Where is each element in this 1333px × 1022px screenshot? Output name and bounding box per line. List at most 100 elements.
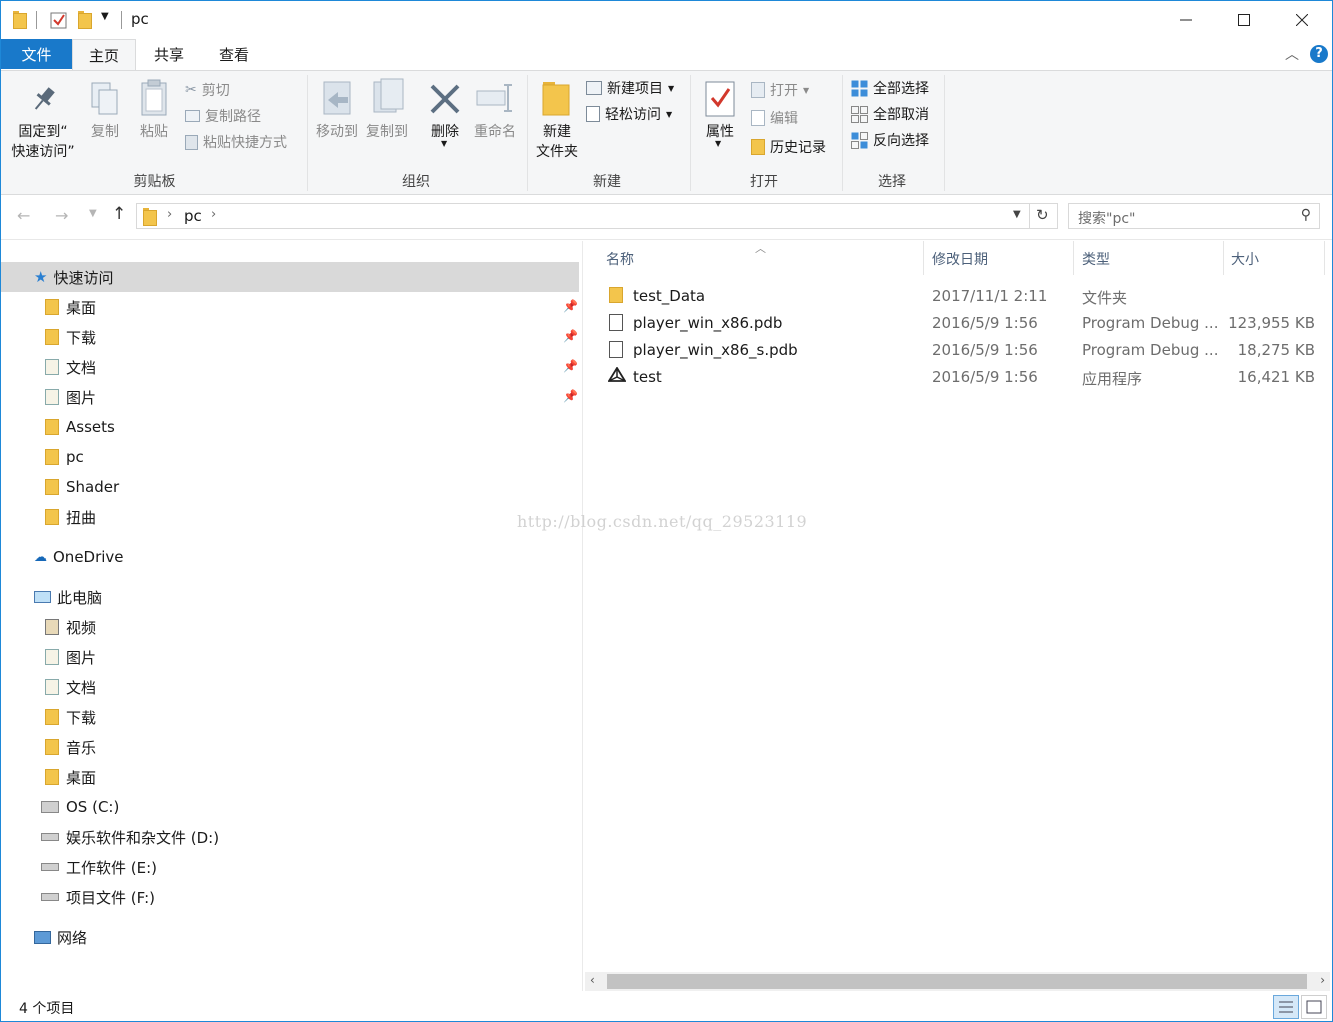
nav-item-pictures[interactable]: 图片 (45, 382, 96, 412)
easy-access-button[interactable]: 轻松访问 ▼ (586, 104, 672, 124)
nav-item-quick-access[interactable]: ★ 快速访问 (34, 262, 113, 292)
scroll-right-icon[interactable]: › (1320, 973, 1325, 987)
back-arrow-icon[interactable]: ← (17, 206, 30, 225)
pin-icon[interactable]: 📌 (563, 299, 578, 313)
nav-item-pc-desktop[interactable]: 桌面 (45, 762, 96, 792)
recent-locations-chevron-icon[interactable]: ▼ (89, 208, 97, 219)
select-all-button[interactable]: 全部选择 (851, 78, 929, 98)
pin-icon[interactable]: 📌 (563, 359, 578, 373)
properties-icon[interactable] (50, 11, 68, 29)
table-row[interactable]: test_Data 2017/11/1 2:11 文件夹 (583, 283, 1332, 310)
tab-share[interactable]: 共享 (137, 39, 201, 70)
nav-item-drive-d[interactable]: 娱乐软件和杂文件 (D:) (41, 822, 219, 852)
nav-item-documents[interactable]: 文档 (45, 352, 96, 382)
delete-icon (430, 84, 460, 114)
column-header-type[interactable]: 类型 (1082, 249, 1110, 269)
address-dropdown-icon[interactable]: ▼ (1013, 209, 1021, 220)
breadcrumb-pc[interactable]: pc (184, 207, 202, 225)
horizontal-scrollbar[interactable]: ‹ › (585, 972, 1330, 991)
downloads-folder-icon (45, 709, 59, 725)
computer-icon (34, 591, 51, 603)
large-icons-view-icon (1306, 1000, 1322, 1014)
nav-item-pc-documents[interactable]: 文档 (45, 672, 96, 702)
table-row[interactable]: player_win_x86_s.pdb 2016/5/9 1:56 Progr… (583, 337, 1332, 364)
copy-path-button[interactable]: 复制路径 (185, 106, 261, 126)
new-folder-button[interactable]: 新建 文件夹 (531, 122, 583, 162)
scrollbar-thumb[interactable] (607, 974, 1307, 989)
nav-item-network[interactable]: 网络 (34, 922, 87, 952)
edit-button[interactable]: 编辑 (751, 108, 798, 128)
nav-item-pc-downloads[interactable]: 下载 (45, 702, 96, 732)
new-item-button[interactable]: 新建项目 ▼ (586, 78, 674, 98)
refresh-icon[interactable]: ↻ (1036, 206, 1049, 224)
cut-button[interactable]: ✂ 剪切 (185, 80, 230, 100)
pin-quick-access-button[interactable]: 固定到“ 快速访问” (7, 122, 79, 162)
table-row[interactable]: player_win_x86.pdb 2016/5/9 1:56 Program… (583, 310, 1332, 337)
help-icon[interactable]: ? (1310, 45, 1328, 63)
pdb-file-icon (609, 314, 623, 331)
pictures-folder-icon (45, 389, 59, 405)
file-name: player_win_x86_s.pdb (633, 341, 798, 359)
column-divider[interactable] (1073, 241, 1074, 275)
open-button[interactable]: 打开 ▼ (751, 80, 809, 100)
nav-item-pc[interactable]: pc (45, 442, 84, 472)
nav-item-desktop[interactable]: 桌面 (45, 292, 96, 322)
nav-item-pc-pictures[interactable]: 图片 (45, 642, 96, 672)
folder-icon (609, 287, 623, 303)
breadcrumb-chevron-icon[interactable]: › (167, 207, 172, 222)
large-icons-view-button[interactable] (1301, 995, 1327, 1019)
address-bar[interactable]: › pc › ▼ ↻ (136, 203, 1058, 229)
column-header-date[interactable]: 修改日期 (932, 249, 988, 269)
pin-icon[interactable]: 📌 (563, 389, 578, 403)
customize-toolbar-icon[interactable]: ▼ (101, 11, 109, 22)
details-view-button[interactable] (1273, 995, 1299, 1019)
edit-icon (751, 110, 765, 126)
scroll-left-icon[interactable]: ‹ (590, 973, 595, 987)
select-none-button[interactable]: 全部取消 (851, 104, 929, 124)
folder-icon (45, 449, 59, 465)
rename-button[interactable]: 重命名 (469, 122, 521, 142)
up-arrow-icon[interactable]: ↑ (112, 204, 126, 224)
nav-item-downloads[interactable]: 下载 (45, 322, 96, 352)
desktop-folder-icon (45, 299, 59, 315)
star-icon: ★ (34, 268, 48, 286)
nav-item-distortion[interactable]: 扭曲 (45, 502, 96, 532)
nav-item-this-pc[interactable]: 此电脑 (34, 582, 102, 612)
history-button[interactable]: 历史记录 (751, 137, 826, 157)
pin-icon[interactable]: 📌 (563, 329, 578, 343)
nav-item-drive-e[interactable]: 工作软件 (E:) (41, 852, 157, 882)
breadcrumb-chevron-icon[interactable]: › (211, 207, 216, 222)
nav-item-drive-c[interactable]: OS (C:) (41, 792, 119, 822)
paste-shortcut-button[interactable]: 粘贴快捷方式 (185, 132, 287, 152)
move-to-button[interactable]: 移动到 (312, 122, 362, 142)
tab-home[interactable]: 主页 (72, 39, 136, 70)
column-divider[interactable] (1223, 241, 1224, 275)
table-row[interactable]: test 2016/5/9 1:56 应用程序 16,421 KB (583, 364, 1332, 391)
column-header-size[interactable]: 大小 (1231, 249, 1259, 269)
close-button[interactable] (1273, 1, 1331, 39)
nav-item-shader[interactable]: Shader (45, 472, 119, 502)
invert-selection-button[interactable]: 反向选择 (851, 130, 929, 150)
copy-button[interactable]: 复制 (85, 122, 125, 142)
nav-item-onedrive[interactable]: ☁ OneDrive (34, 542, 124, 572)
search-input[interactable]: 搜索"pc" ⚲ (1068, 203, 1320, 229)
column-header-name[interactable]: 名称 (606, 249, 634, 269)
search-icon[interactable]: ⚲ (1301, 207, 1311, 223)
nav-item-videos[interactable]: 视频 (45, 612, 96, 642)
nav-item-music[interactable]: 音乐 (45, 732, 96, 762)
nav-item-drive-f[interactable]: 项目文件 (F:) (41, 882, 155, 912)
column-divider[interactable] (923, 241, 924, 275)
new-folder-icon[interactable] (78, 11, 92, 29)
forward-arrow-icon[interactable]: → (55, 206, 68, 225)
tab-file[interactable]: 文件 (1, 39, 72, 69)
copy-to-button[interactable]: 复制到 (362, 122, 412, 142)
divider (121, 11, 122, 29)
column-divider[interactable] (1324, 241, 1325, 275)
tab-view[interactable]: 查看 (202, 39, 266, 70)
rename-icon (476, 84, 512, 112)
nav-item-assets[interactable]: Assets (45, 412, 115, 442)
maximize-button[interactable] (1215, 1, 1273, 39)
collapse-ribbon-icon[interactable]: ︿ (1285, 44, 1299, 64)
paste-button[interactable]: 粘贴 (134, 122, 174, 142)
minimize-button[interactable] (1157, 1, 1215, 39)
